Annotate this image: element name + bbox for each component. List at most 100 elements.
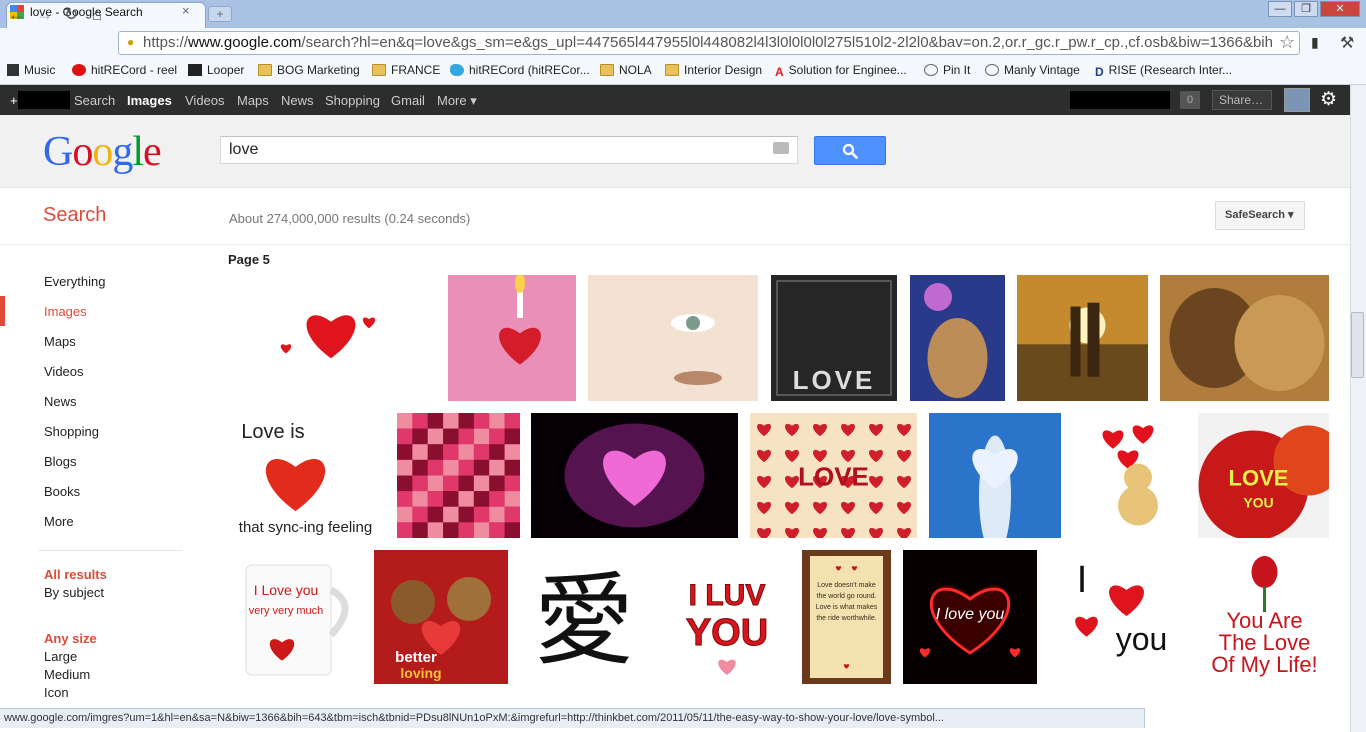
wrench-menu-icon[interactable]: ⚒	[1340, 33, 1354, 53]
filter-size-medium[interactable]: Medium	[44, 667, 90, 682]
bookmark-bog-marketing[interactable]: BOG Marketing	[258, 63, 360, 77]
window-close-button[interactable]: ✕	[1320, 1, 1360, 17]
image-thumbnail-i-heart-you[interactable]: Iyou	[1050, 550, 1183, 684]
thumbnail-image: Love is that sync-ing feeling	[228, 413, 383, 538]
share-button[interactable]: Share…	[1212, 90, 1272, 110]
image-thumbnail-love-many-hearts[interactable]: LOVE	[750, 413, 917, 538]
filter-size-large[interactable]: Large	[44, 649, 77, 664]
reload-icon[interactable]: ↻	[64, 6, 78, 24]
filter-all-results[interactable]: All results	[44, 567, 107, 582]
nav-blogs[interactable]: Blogs	[44, 454, 77, 469]
scrollbar[interactable]	[1350, 85, 1366, 732]
bookmark-interior-design[interactable]: Interior Design	[665, 63, 762, 77]
gbar-images[interactable]: Images	[127, 93, 172, 108]
window-minimize-button[interactable]: —	[1268, 1, 1292, 17]
thumbnail-image: LOVE	[750, 413, 917, 538]
forward-arrow-icon[interactable]: →	[36, 6, 53, 24]
image-thumbnail-i-love-you-mug[interactable]: I Love you very very much	[234, 550, 359, 684]
home-icon[interactable]: ⌂	[92, 6, 102, 24]
thumbnail-image: I LUVYOU	[663, 550, 791, 684]
filter-by-subject[interactable]: By subject	[44, 585, 104, 600]
bookmark-music[interactable]: Music	[7, 63, 55, 77]
twitter-bird-icon	[450, 64, 464, 76]
logo-letter: o	[92, 129, 113, 175]
logo-letter: o	[72, 129, 93, 175]
thumb-caption: Of My Life!	[1211, 652, 1317, 677]
search-query[interactable]: love	[229, 141, 258, 159]
bookmark-hitrecord-twitter[interactable]: hitRECord (hitRECor...	[450, 63, 590, 77]
window-maximize-button[interactable]: ❐	[1294, 1, 1318, 17]
url-text[interactable]: https://www.google.com/search?hl=en&q=lo…	[143, 34, 1278, 51]
nav-maps[interactable]: Maps	[44, 334, 76, 349]
bookmark-france[interactable]: FRANCE	[372, 63, 440, 77]
image-thumbnail-pink-glow-heart[interactable]	[531, 413, 738, 538]
nav-images[interactable]: Images	[44, 304, 87, 319]
scrollbar-thumb[interactable]	[1351, 312, 1364, 378]
thumb-caption: loving	[400, 665, 441, 681]
thumb-caption: I Love you	[254, 582, 319, 598]
bookmark-pin-it[interactable]: Pin It	[924, 63, 970, 77]
image-thumbnail-love-is-syncing[interactable]: Love is that sync-ing feeling	[228, 413, 383, 538]
nav-everything[interactable]: Everything	[44, 274, 105, 289]
filter-any-size[interactable]: Any size	[44, 631, 97, 646]
thumb-caption: LOVE	[1229, 466, 1289, 491]
search-input[interactable]	[220, 136, 798, 164]
image-thumbnail-scroll-love-quote[interactable]: Love doesn't make the world go round. Lo…	[802, 550, 891, 684]
thumb-caption: that sync-ing feeling	[239, 519, 372, 536]
image-thumbnail-face-poem[interactable]	[588, 275, 758, 401]
nav-shopping[interactable]: Shopping	[44, 424, 99, 439]
thumb-caption: I love you	[936, 606, 1005, 623]
google-logo[interactable]: Google	[43, 128, 162, 176]
image-thumbnail-kanji-love[interactable]: 愛	[524, 550, 644, 684]
plus-link[interactable]: +	[10, 93, 18, 108]
image-thumbnail-apple-love[interactable]: LOVE YOU	[1198, 413, 1329, 538]
back-arrow-icon[interactable]: ←	[8, 6, 25, 24]
bookmark-star-icon[interactable]: ☆	[1279, 32, 1295, 53]
image-thumbnail-red-hearts[interactable]	[271, 275, 391, 401]
image-thumbnail-neon-i-love-you[interactable]: I love you	[903, 550, 1037, 684]
gbar-news[interactable]: News	[281, 93, 314, 108]
search-button[interactable]	[814, 136, 886, 165]
image-thumbnail-lions[interactable]	[1160, 275, 1329, 401]
nav-news[interactable]: News	[44, 394, 77, 409]
gbar-videos[interactable]: Videos	[185, 93, 225, 108]
gbar-gmail[interactable]: Gmail	[391, 93, 425, 108]
image-thumbnail-sky-heart-cloud[interactable]	[929, 413, 1061, 538]
notification-count[interactable]: 0	[1180, 91, 1200, 109]
bookmark-manly-vintage[interactable]: Manly Vintage	[985, 63, 1080, 77]
gbar-more[interactable]: More ▾	[437, 93, 477, 109]
image-thumbnail-you-are-love-of-my-life[interactable]: You Are The Love Of My Life!	[1196, 550, 1333, 684]
image-thumbnail-heart-pattern-quilt[interactable]	[397, 413, 520, 538]
gbar-shopping[interactable]: Shopping	[325, 93, 380, 108]
folder-icon	[665, 64, 679, 76]
image-thumbnail-teddy-bear-balloons[interactable]	[1073, 413, 1183, 538]
thumbnail-image	[929, 413, 1061, 538]
active-nav-indicator	[0, 296, 5, 326]
new-tab-button[interactable]: +	[208, 6, 232, 22]
image-thumbnail-love-poster-dark[interactable]: LOVE	[771, 275, 897, 401]
image-thumbnail-i-luv-you[interactable]: I LUV YOU	[663, 550, 791, 684]
bookmark-label: RISE (Research Inter...	[1108, 63, 1233, 77]
gbar-maps[interactable]: Maps	[237, 93, 269, 108]
image-thumbnail-teddy-bears-better-loving[interactable]: better loving	[374, 550, 508, 684]
bookmark-solution-engineers[interactable]: A Solution for Enginee...	[775, 63, 907, 79]
gear-icon[interactable]: ⚙	[1320, 88, 1337, 111]
bookmark-looper[interactable]: Looper	[188, 63, 244, 77]
tab-close-icon[interactable]: ×	[182, 3, 190, 18]
bookmark-rise[interactable]: D RISE (Research Inter...	[1095, 63, 1233, 79]
avatar[interactable]	[1284, 88, 1310, 112]
image-thumbnail-sunset-couple[interactable]	[1017, 275, 1148, 401]
bookmark-hitrecord-reel[interactable]: hitRECord - reel	[72, 63, 177, 77]
gbar-search[interactable]: Search	[74, 93, 115, 108]
bookmark-nola[interactable]: NOLA	[600, 63, 652, 77]
nav-books[interactable]: Books	[44, 484, 80, 499]
extension-icon[interactable]: ▮	[1311, 34, 1319, 51]
safesearch-button[interactable]: SafeSearch ▾	[1215, 201, 1305, 230]
image-thumbnail-candle-heart-poem[interactable]	[448, 275, 576, 401]
logo-letter: g	[112, 129, 133, 175]
nav-more[interactable]: More	[44, 514, 74, 529]
camera-icon[interactable]	[773, 142, 789, 154]
image-thumbnail-fantasy-painting[interactable]	[910, 275, 1005, 401]
nav-videos[interactable]: Videos	[44, 364, 84, 379]
filter-size-icon[interactable]: Icon	[44, 685, 69, 700]
